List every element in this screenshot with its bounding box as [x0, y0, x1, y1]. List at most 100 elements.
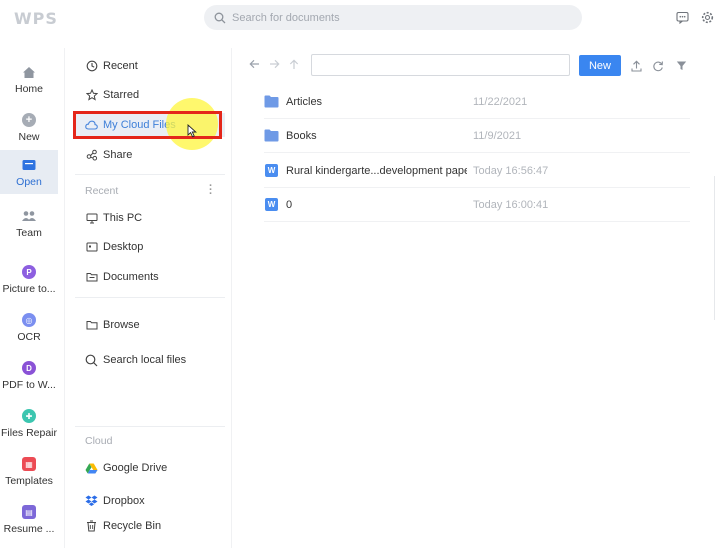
- file-date: Today 16:56:47: [473, 164, 549, 177]
- file-row[interactable]: W Rural kindergarte...development paper …: [264, 154, 690, 188]
- nav-item-label: Share: [103, 149, 133, 161]
- rail-item-team[interactable]: Team: [0, 202, 58, 242]
- divider: [75, 297, 225, 298]
- new-button[interactable]: New: [579, 55, 621, 76]
- picture-to-pdf-icon: P: [21, 264, 37, 280]
- nav-item-recycle-bin[interactable]: Recycle Bin: [73, 514, 225, 538]
- rail-item-label: Resume ...: [3, 523, 55, 535]
- files-repair-icon: ✚: [21, 408, 37, 424]
- nav-item-label: Google Drive: [103, 462, 168, 474]
- templates-icon: ▦: [21, 456, 37, 472]
- search-bar[interactable]: [204, 5, 582, 30]
- search-input[interactable]: [232, 11, 562, 24]
- nav-item-label: Dropbox: [103, 495, 145, 507]
- nav-item-recent[interactable]: Recent: [73, 54, 225, 78]
- file-name: Rural kindergarte...development paper: [286, 164, 467, 177]
- nav-item-dropbox[interactable]: Dropbox: [73, 489, 225, 513]
- nav-item-label: Browse: [103, 319, 140, 331]
- nav-item-label: My Cloud Files: [103, 119, 176, 131]
- file-row[interactable]: Articles 11/22/2021: [264, 85, 690, 119]
- cloud-icon: [85, 119, 98, 132]
- ocr-icon: ◎: [21, 312, 37, 328]
- search-icon: [85, 354, 98, 367]
- folder-icon: [21, 157, 37, 173]
- rail-item-label: Team: [16, 227, 42, 239]
- left-rail: Home + New Open Team P Picture to... ◎ O…: [0, 48, 62, 548]
- rail-item-ocr[interactable]: ◎ OCR: [0, 306, 58, 346]
- nav-item-label: Documents: [103, 271, 159, 283]
- folder-icon: [264, 129, 279, 142]
- rail-item-resume[interactable]: ▤ Resume ...: [0, 498, 58, 538]
- star-icon: [85, 89, 98, 102]
- nav-item-documents[interactable]: Documents: [73, 265, 225, 289]
- file-name: 0: [286, 198, 293, 211]
- rail-item-home[interactable]: Home: [0, 58, 58, 98]
- nav-item-label: Desktop: [103, 241, 144, 253]
- up-arrow-icon[interactable]: [288, 58, 300, 70]
- nav-item-desktop[interactable]: Desktop: [73, 235, 225, 259]
- forward-arrow-icon[interactable]: [268, 58, 280, 70]
- more-options-icon[interactable]: · · ·: [209, 181, 213, 200]
- clock-icon: [85, 60, 98, 73]
- documents-folder-icon: [85, 271, 98, 284]
- file-row[interactable]: Books 11/9/2021: [264, 119, 690, 153]
- upload-icon[interactable]: [630, 59, 643, 72]
- file-date: 11/9/2021: [473, 129, 522, 142]
- nav-item-this-pc[interactable]: This PC: [73, 206, 225, 230]
- file-row[interactable]: W 0 Today 16:00:41: [264, 188, 690, 222]
- side-panel-edge: [714, 176, 720, 320]
- dropbox-icon: [85, 495, 98, 508]
- nav-item-label: Recycle Bin: [103, 520, 162, 532]
- nav-item-label: This PC: [103, 212, 143, 224]
- file-name: Books: [286, 129, 317, 142]
- divider: [75, 174, 225, 175]
- section-label-recent: Recent: [85, 185, 119, 197]
- path-input[interactable]: [311, 54, 570, 76]
- nav-item-browse[interactable]: Browse: [73, 313, 225, 337]
- desktop-icon: [85, 241, 98, 254]
- search-icon: [213, 11, 227, 25]
- word-document-icon: W: [264, 164, 279, 177]
- section-label-cloud: Cloud: [85, 435, 113, 447]
- computer-icon: [85, 212, 98, 225]
- plus-circle-icon: +: [21, 112, 37, 128]
- file-date: Today 16:00:41: [473, 198, 549, 211]
- divider: [75, 426, 225, 427]
- rail-item-open[interactable]: Open: [0, 150, 58, 194]
- filter-icon[interactable]: [675, 59, 688, 72]
- rail-item-pdf-to-word[interactable]: D PDF to W...: [0, 354, 58, 394]
- mouse-cursor-icon: [187, 124, 197, 138]
- rail-item-label: Files Repair: [0, 427, 58, 439]
- rail-item-label: Picture to...: [2, 283, 56, 295]
- rail-item-picture-to[interactable]: P Picture to...: [0, 258, 58, 298]
- rail-item-new[interactable]: + New: [0, 106, 58, 146]
- share-icon: [85, 149, 98, 162]
- file-browser: New Articles 11/22/2021 Books 11/9/2021 …: [240, 48, 710, 548]
- recycle-bin-icon: [85, 520, 98, 533]
- rail-item-templates[interactable]: ▦ Templates: [0, 450, 58, 490]
- google-drive-icon: [85, 462, 98, 475]
- rail-item-label: New: [18, 131, 40, 143]
- top-bar: WPS: [0, 0, 720, 36]
- rail-item-label: OCR: [17, 331, 41, 343]
- file-date: 11/22/2021: [473, 95, 528, 108]
- rail-item-label: Home: [14, 83, 43, 95]
- file-name: Articles: [286, 95, 323, 108]
- app-logo: WPS: [14, 9, 58, 28]
- rail-item-files-repair[interactable]: ✚ Files Repair: [0, 402, 58, 442]
- folder-icon: [264, 95, 279, 108]
- word-document-icon: W: [264, 198, 279, 211]
- feedback-icon[interactable]: [675, 10, 689, 24]
- rail-item-label: Templates: [5, 475, 53, 487]
- nav-item-search-local-files[interactable]: Search local files: [73, 348, 225, 372]
- nav-item-label: Starred: [103, 89, 140, 101]
- folder-open-icon: [85, 319, 98, 332]
- home-icon: [21, 64, 37, 80]
- nav-item-google-drive[interactable]: Google Drive: [73, 456, 225, 480]
- back-arrow-icon[interactable]: [248, 58, 260, 70]
- refresh-icon[interactable]: [651, 59, 664, 72]
- gear-icon[interactable]: [700, 10, 714, 24]
- resume-icon: ▤: [21, 504, 37, 520]
- nav-item-label: Recent: [103, 60, 138, 72]
- rail-item-label: PDF to W...: [2, 379, 56, 391]
